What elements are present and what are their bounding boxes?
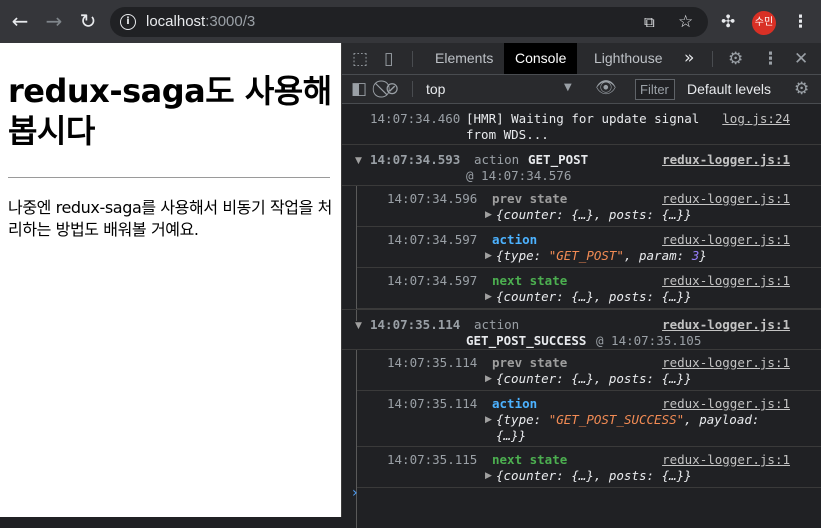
- action-object[interactable]: {type: "GET_POST", param: 3}: [496, 248, 707, 263]
- timestamp: 14:07:34.593: [370, 152, 461, 167]
- state-object[interactable]: {counter: {…}, posts: {…}}: [496, 371, 692, 386]
- console-message: 14:07:34.460 [HMR] Waiting for update si…: [342, 104, 821, 145]
- gear-icon[interactable]: ⚙: [728, 49, 743, 69]
- action-label: action: [474, 317, 520, 332]
- more-tabs-icon[interactable]: »: [684, 48, 694, 68]
- expand-triangle-icon[interactable]: ▼: [355, 156, 362, 166]
- divider: [8, 177, 330, 178]
- filter-input[interactable]: Filter: [635, 79, 675, 100]
- page-title: redux-saga도 사용해봅시다: [8, 72, 332, 150]
- star-icon[interactable]: ☆: [678, 12, 693, 32]
- dispatch-time: @ 14:07:34.576: [466, 168, 572, 183]
- log-levels-dropdown[interactable]: Default levels: [687, 81, 771, 97]
- timestamp: 14:07:35.114: [370, 317, 461, 332]
- expand-triangle-icon[interactable]: ▶: [485, 374, 492, 384]
- url-text[interactable]: localhost:3000/3: [146, 13, 255, 30]
- log-text: [HMR] Waiting for update signal: [466, 111, 700, 126]
- timestamp: 14:07:34.460: [370, 111, 461, 126]
- log-group-header[interactable]: ▼ 14:07:35.114 action GET_POST_SUCCESS @…: [342, 309, 821, 350]
- prev-state-label: prev state: [492, 191, 568, 206]
- context-selector[interactable]: top: [426, 81, 445, 97]
- block-icon: ⊘: [385, 79, 400, 99]
- state-object[interactable]: {counter: {…}, posts: {…}}: [496, 289, 692, 304]
- kebab-menu-icon[interactable]: ⋮: [762, 49, 779, 69]
- console-prompt-icon[interactable]: ›: [352, 485, 358, 501]
- source-link[interactable]: redux-logger.js:1: [662, 317, 790, 332]
- prev-state-label: prev state: [492, 355, 568, 370]
- page-paragraph: 나중엔 redux-saga를 사용해서 비동기 작업을 처리하는 방법도 배워…: [8, 198, 332, 239]
- expand-triangle-icon[interactable]: ▶: [485, 292, 492, 302]
- console-toolbar: ◧ ⃠ ⊘ top ▼ 👁 Filter Default levels ⚙: [342, 75, 821, 104]
- state-object[interactable]: {counter: {…}, posts: {…}}: [496, 207, 692, 222]
- log-group-body: 14:07:35.114 prev state redux-logger.js:…: [356, 350, 821, 528]
- action-object-tail: {…}}: [496, 428, 527, 443]
- toolbar-separator: [412, 81, 413, 97]
- expand-triangle-icon[interactable]: ▼: [355, 321, 362, 331]
- timestamp: 14:07:34.597: [387, 232, 478, 247]
- devtools-panel: ⬚ ▯ Elements Console Lighthouse » ⚙ ⋮ ✕ …: [341, 43, 821, 528]
- timestamp: 14:07:34.596: [387, 191, 478, 206]
- prev-state-row: 14:07:34.596 prev state redux-logger.js:…: [357, 186, 821, 227]
- timestamp: 14:07:34.597: [387, 273, 478, 288]
- timestamp: 14:07:35.114: [387, 355, 478, 370]
- source-link[interactable]: redux-logger.js:1: [662, 273, 790, 288]
- log-group-header[interactable]: ▼ 14:07:34.593 action GET_POST @ 14:07:3…: [342, 145, 821, 186]
- expand-triangle-icon[interactable]: ▶: [485, 251, 492, 261]
- action-row: 14:07:34.597 action redux-logger.js:1 ▶ …: [357, 227, 821, 268]
- prev-state-row: 14:07:35.114 prev state redux-logger.js:…: [357, 350, 821, 391]
- dispatch-time: @ 14:07:35.105: [596, 333, 702, 348]
- inspect-element-icon[interactable]: ⬚: [352, 49, 368, 69]
- action-object[interactable]: {type: "GET_POST_SUCCESS", payload:: [496, 412, 759, 427]
- expand-triangle-icon[interactable]: ▶: [485, 210, 492, 220]
- back-arrow-icon[interactable]: ←: [9, 9, 31, 33]
- eye-icon[interactable]: 👁: [595, 78, 617, 98]
- next-state-label: next state: [492, 273, 568, 288]
- puzzle-icon[interactable]: ✣: [721, 12, 735, 32]
- avatar[interactable]: 수민: [752, 11, 776, 35]
- state-object[interactable]: {counter: {…}, posts: {…}}: [496, 468, 692, 483]
- tab-elements[interactable]: Elements: [424, 43, 504, 74]
- page-viewport: redux-saga도 사용해봅시다 나중엔 redux-saga를 사용해서 …: [0, 43, 341, 517]
- timestamp: 14:07:35.115: [387, 452, 478, 467]
- source-link[interactable]: redux-logger.js:1: [662, 152, 790, 167]
- console-output: 14:07:34.460 [HMR] Waiting for update si…: [342, 104, 821, 528]
- gear-icon[interactable]: ⚙: [794, 79, 809, 99]
- source-link[interactable]: log.js:24: [722, 111, 790, 126]
- source-link[interactable]: redux-logger.js:1: [662, 191, 790, 206]
- address-bar[interactable]: i localhost:3000/3 ⧉ ☆: [110, 7, 708, 37]
- action-label: action: [492, 396, 538, 411]
- toolbar-separator: [712, 51, 713, 67]
- next-state-label: next state: [492, 452, 568, 467]
- kebab-menu-icon[interactable]: ⋮: [792, 12, 809, 32]
- action-label: action: [492, 232, 538, 247]
- toolbar-separator: [412, 51, 413, 67]
- log-text: from WDS...: [466, 127, 549, 142]
- tab-lighthouse[interactable]: Lighthouse: [583, 43, 674, 74]
- devtools-tabbar: ⬚ ▯ Elements Console Lighthouse » ⚙ ⋮ ✕: [342, 43, 821, 75]
- source-link[interactable]: redux-logger.js:1: [662, 452, 790, 467]
- next-state-row: 14:07:34.597 next state redux-logger.js:…: [357, 268, 821, 309]
- chevron-down-icon[interactable]: ▼: [564, 82, 572, 93]
- close-icon[interactable]: ✕: [794, 49, 808, 69]
- action-row: 14:07:35.114 action redux-logger.js:1 ▶ …: [357, 391, 821, 447]
- action-type: GET_POST_SUCCESS: [466, 333, 587, 348]
- sidebar-toggle-icon[interactable]: ◧: [351, 79, 367, 99]
- info-icon[interactable]: i: [120, 14, 136, 30]
- source-link[interactable]: redux-logger.js:1: [662, 396, 790, 411]
- reload-icon[interactable]: ↻: [77, 9, 99, 33]
- browser-toolbar: ← → ↻ i localhost:3000/3 ⧉ ☆ ✣ 수민 ⋮: [0, 0, 821, 43]
- tab-console[interactable]: Console: [504, 43, 578, 74]
- translate-icon[interactable]: ⧉: [644, 13, 655, 31]
- expand-triangle-icon[interactable]: ▶: [485, 471, 492, 481]
- timestamp: 14:07:35.114: [387, 396, 478, 411]
- device-toolbar-icon[interactable]: ▯: [384, 49, 393, 69]
- log-group-body: 14:07:34.596 prev state redux-logger.js:…: [356, 186, 821, 321]
- next-state-row: 14:07:35.115 next state redux-logger.js:…: [357, 447, 821, 488]
- action-type: GET_POST: [528, 152, 589, 167]
- source-link[interactable]: redux-logger.js:1: [662, 232, 790, 247]
- action-label: action: [474, 152, 520, 167]
- expand-triangle-icon[interactable]: ▶: [485, 415, 492, 425]
- forward-arrow-icon[interactable]: →: [43, 9, 65, 33]
- source-link[interactable]: redux-logger.js:1: [662, 355, 790, 370]
